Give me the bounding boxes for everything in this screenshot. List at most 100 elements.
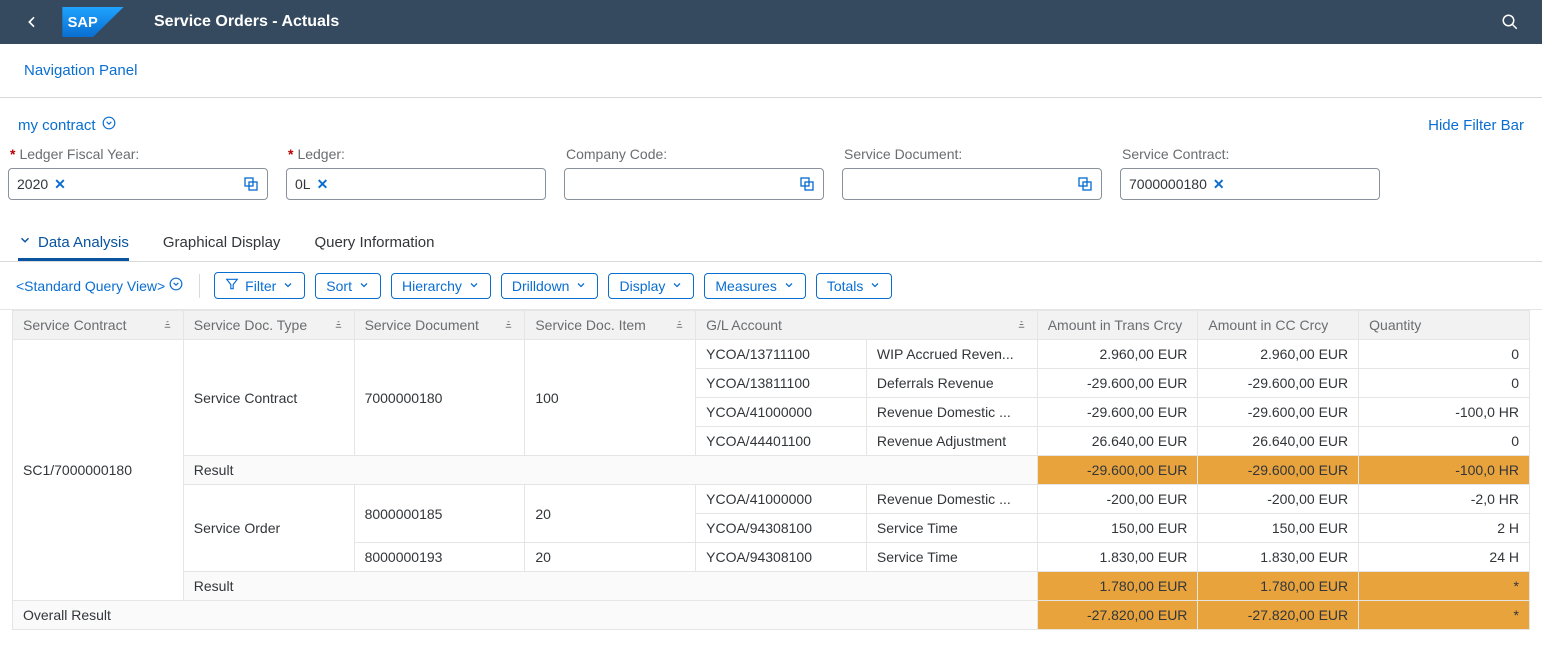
filter-bar-toprow: my contract Hide Filter Bar — [0, 98, 1542, 134]
button-label: Measures — [715, 278, 776, 294]
hierarchy-button[interactable]: Hierarchy — [391, 273, 491, 299]
measures-button[interactable]: Measures — [704, 273, 805, 299]
tab-label: Query Information — [314, 234, 434, 251]
value-help-icon[interactable] — [241, 174, 261, 194]
result-label: Result — [183, 456, 1037, 485]
navigation-panel-link[interactable]: Navigation Panel — [24, 62, 137, 79]
cell-qty: -2,0 HR — [1359, 485, 1530, 514]
col-service-contract[interactable]: Service Contract — [13, 311, 184, 340]
hide-filter-bar-link[interactable]: Hide Filter Bar — [1428, 117, 1524, 134]
token[interactable]: 0L ✕ — [295, 176, 328, 193]
filter-service-contract: Service Contract: 7000000180 ✕ — [1120, 146, 1380, 200]
cell-amt-trans: 2.960,00 EUR — [1037, 340, 1198, 369]
col-amount-cc[interactable]: Amount in CC Crcy — [1198, 311, 1359, 340]
chevron-down-icon — [468, 278, 480, 294]
button-label: Hierarchy — [402, 278, 462, 294]
back-button[interactable] — [14, 4, 50, 40]
col-gl-account[interactable]: G/L Account — [696, 311, 1038, 340]
token[interactable]: 7000000180 ✕ — [1129, 176, 1225, 193]
filter-label: Service Contract: — [1122, 146, 1380, 162]
filter-button[interactable]: Filter — [214, 272, 305, 299]
sort-button[interactable]: Sort — [315, 273, 381, 299]
analysis-toolbar: <Standard Query View> Filter Sort Hierar… — [0, 262, 1542, 310]
table-row[interactable]: SC1/7000000180 Service Contract 70000001… — [13, 340, 1530, 369]
cell-gl: YCOA/44401100 — [696, 427, 867, 456]
cell-gl: YCOA/13711100 — [696, 340, 867, 369]
col-service-doc-item[interactable]: Service Doc. Item — [525, 311, 696, 340]
result-qty: -100,0 HR — [1359, 456, 1530, 485]
cell-service-contract: SC1/7000000180 — [13, 340, 184, 601]
drilldown-button[interactable]: Drilldown — [501, 273, 599, 299]
query-view-selector[interactable]: <Standard Query View> — [14, 273, 185, 298]
overall-amt-cc: -27.820,00 EUR — [1198, 601, 1359, 630]
display-button[interactable]: Display — [608, 273, 694, 299]
cell-amt-trans: -29.600,00 EUR — [1037, 369, 1198, 398]
cell-item: 20 — [525, 543, 696, 572]
sap-logo: SAP — [62, 7, 124, 37]
filter-input-company-code[interactable] — [564, 168, 824, 200]
result-row[interactable]: Result -29.600,00 EUR -29.600,00 EUR -10… — [13, 456, 1530, 485]
variant-selector[interactable]: my contract — [18, 116, 116, 134]
tab-label: Data Analysis — [38, 234, 129, 251]
analysis-table-wrap: Service Contract Service Doc. Type Servi… — [0, 310, 1542, 646]
result-row[interactable]: Result 1.780,00 EUR 1.780,00 EUR * — [13, 572, 1530, 601]
result-amt-cc: 1.780,00 EUR — [1198, 572, 1359, 601]
tab-graphical-display[interactable]: Graphical Display — [163, 234, 281, 261]
filter-input-ledger-fiscal-year[interactable]: 2020 ✕ — [8, 168, 268, 200]
button-label: Totals — [827, 278, 864, 294]
cell-qty: 0 — [1359, 427, 1530, 456]
button-label: Filter — [245, 278, 276, 294]
search-button[interactable] — [1492, 4, 1528, 40]
sort-icon — [162, 317, 173, 333]
filter-input-service-contract[interactable]: 7000000180 ✕ — [1120, 168, 1380, 200]
query-view-label: <Standard Query View> — [16, 278, 165, 294]
result-label: Result — [183, 572, 1037, 601]
cell-qty: 24 H — [1359, 543, 1530, 572]
cell-item: 20 — [525, 485, 696, 543]
filter-label: Service Document: — [844, 146, 1102, 162]
col-quantity[interactable]: Quantity — [1359, 311, 1530, 340]
cell-amt-trans: 26.640,00 EUR — [1037, 427, 1198, 456]
col-service-doc-type[interactable]: Service Doc. Type — [183, 311, 354, 340]
filter-ledger-fiscal-year: Ledger Fiscal Year: 2020 ✕ — [8, 146, 268, 200]
analysis-table: Service Contract Service Doc. Type Servi… — [12, 310, 1530, 630]
token-remove-icon[interactable]: ✕ — [1213, 176, 1225, 193]
button-label: Drilldown — [512, 278, 570, 294]
button-label: Sort — [326, 278, 352, 294]
col-service-document[interactable]: Service Document — [354, 311, 525, 340]
token[interactable]: 2020 ✕ — [17, 176, 66, 193]
sort-icon — [1016, 317, 1027, 333]
value-help-icon[interactable] — [1075, 174, 1095, 194]
cell-gl: YCOA/41000000 — [696, 398, 867, 427]
button-label: Display — [619, 278, 665, 294]
col-amount-trans[interactable]: Amount in Trans Crcy — [1037, 311, 1198, 340]
value-help-icon[interactable] — [797, 174, 817, 194]
filter-company-code: Company Code: — [564, 146, 824, 200]
overall-result-row[interactable]: Overall Result -27.820,00 EUR -27.820,00… — [13, 601, 1530, 630]
tab-query-information[interactable]: Query Information — [314, 234, 434, 261]
totals-button[interactable]: Totals — [816, 273, 893, 299]
cell-doc: 8000000185 — [354, 485, 525, 543]
filter-input-service-document[interactable] — [842, 168, 1102, 200]
token-text: 2020 — [17, 176, 48, 192]
table-header-row: Service Contract Service Doc. Type Servi… — [13, 311, 1530, 340]
cell-gl: YCOA/94308100 — [696, 514, 867, 543]
chevron-down-icon — [358, 278, 370, 294]
separator — [199, 274, 200, 298]
filter-icon — [225, 277, 239, 294]
cell-qty: -100,0 HR — [1359, 398, 1530, 427]
tab-data-analysis[interactable]: Data Analysis — [18, 233, 129, 261]
cell-doc-type: Service Order — [183, 485, 354, 572]
sort-icon — [674, 317, 685, 333]
table-row[interactable]: Service Order 8000000185 20 YCOA/4100000… — [13, 485, 1530, 514]
cell-amt-cc: 2.960,00 EUR — [1198, 340, 1359, 369]
cell-gl: YCOA/41000000 — [696, 485, 867, 514]
token-remove-icon[interactable]: ✕ — [317, 176, 329, 193]
chevron-down-icon — [671, 278, 683, 294]
filter-service-document: Service Document: — [842, 146, 1102, 200]
page-title: Service Orders - Actuals — [154, 13, 339, 31]
cell-amt-cc: -200,00 EUR — [1198, 485, 1359, 514]
filter-input-ledger[interactable]: 0L ✕ — [286, 168, 546, 200]
cell-gl-desc: WIP Accrued Reven... — [866, 340, 1037, 369]
token-remove-icon[interactable]: ✕ — [54, 176, 66, 193]
